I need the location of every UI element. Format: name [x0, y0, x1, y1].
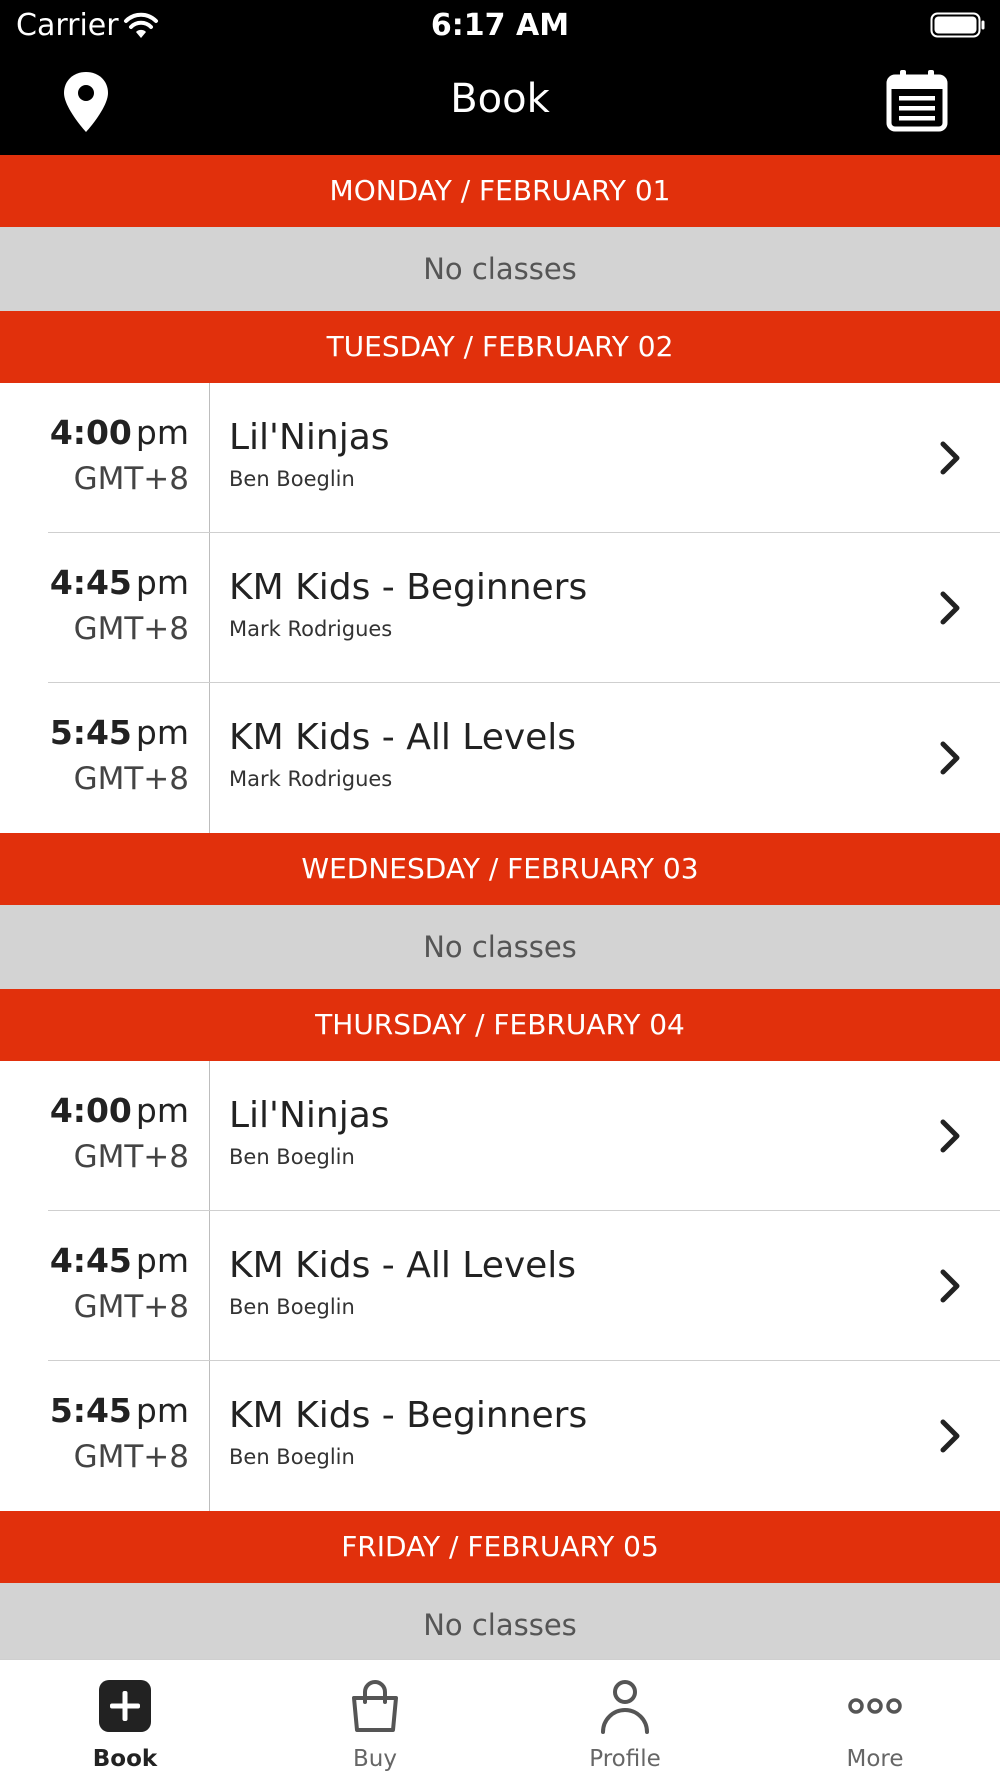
- class-time: 5:45 pm: [50, 1391, 189, 1430]
- class-name: Lil'Ninjas: [229, 1095, 390, 1136]
- class-time: 4:45 pm: [50, 1241, 189, 1280]
- time-column: 5:45 pm GMT+8: [0, 1361, 210, 1511]
- time-column: 5:45 pm GMT+8: [0, 683, 210, 833]
- time-zone: GMT+8: [73, 761, 189, 797]
- time-value: 4:45: [49, 1241, 132, 1280]
- tab-label: More: [846, 1746, 904, 1772]
- day-header: THURSDAY / FEBRUARY 04: [0, 989, 1000, 1061]
- time-zone: GMT+8: [73, 611, 189, 647]
- time-value: 4:00: [49, 1091, 132, 1130]
- time-value: 5:45: [49, 713, 132, 752]
- time-column: 4:45 pm GMT+8: [0, 1211, 210, 1361]
- no-classes-label: No classes: [0, 1583, 1000, 1667]
- instructor-name: Mark Rodrigues: [229, 617, 393, 641]
- no-classes-label: No classes: [0, 227, 1000, 311]
- day-header: TUESDAY / FEBRUARY 02: [0, 311, 1000, 383]
- time-ampm: pm: [135, 563, 189, 602]
- class-name: KM Kids - Beginners: [229, 567, 588, 608]
- chevron-right-icon: [940, 441, 960, 475]
- class-name: KM Kids - All Levels: [229, 717, 577, 758]
- ellipsis-icon: [848, 1698, 902, 1714]
- chevron-right-icon: [940, 1119, 960, 1153]
- tab-profile[interactable]: Profile: [500, 1660, 750, 1779]
- time-column: 4:00 pm GMT+8: [0, 383, 210, 533]
- time-value: 5:45: [49, 1391, 132, 1430]
- time-zone: GMT+8: [73, 461, 189, 497]
- class-time: 4:00 pm: [50, 1091, 189, 1130]
- instructor-name: Ben Boeglin: [229, 1295, 355, 1319]
- chevron-right-icon: [940, 1269, 960, 1303]
- calendar-list-icon[interactable]: [886, 68, 948, 132]
- time-ampm: pm: [135, 413, 189, 452]
- status-bar: Carrier 6:17 AM: [0, 0, 1000, 50]
- time-value: 4:45: [49, 563, 132, 602]
- schedule-list[interactable]: MONDAY / FEBRUARY 01 No classes TUESDAY …: [0, 155, 1000, 1667]
- person-icon: [601, 1680, 649, 1734]
- tab-label: Profile: [589, 1746, 661, 1772]
- class-name: KM Kids - All Levels: [229, 1245, 577, 1286]
- class-name: KM Kids - Beginners: [229, 1395, 588, 1436]
- time-ampm: pm: [135, 1391, 189, 1430]
- class-time: 5:45 pm: [50, 713, 189, 752]
- class-name: Lil'Ninjas: [229, 417, 390, 458]
- tab-more[interactable]: More: [750, 1660, 1000, 1779]
- class-row[interactable]: 4:00 pm GMT+8 Lil'Ninjas Ben Boeglin: [0, 383, 1000, 533]
- page-title: Book: [450, 76, 550, 122]
- class-time: 4:45 pm: [50, 563, 189, 602]
- time-column: 4:00 pm GMT+8: [0, 1061, 210, 1211]
- time-column: 4:45 pm GMT+8: [0, 533, 210, 683]
- chevron-right-icon: [940, 1419, 960, 1453]
- tab-buy[interactable]: Buy: [250, 1660, 500, 1779]
- time-ampm: pm: [135, 1091, 189, 1130]
- tab-label: Buy: [353, 1746, 397, 1772]
- tab-label: Book: [92, 1746, 158, 1772]
- time-zone: GMT+8: [73, 1439, 189, 1475]
- tab-bar: Book Buy Profile More: [0, 1659, 1000, 1779]
- battery-icon: [930, 12, 985, 38]
- chevron-right-icon: [940, 741, 960, 775]
- instructor-name: Ben Boeglin: [229, 1145, 355, 1169]
- time-zone: GMT+8: [73, 1139, 189, 1175]
- chevron-right-icon: [940, 591, 960, 625]
- class-row[interactable]: 5:45 pm GMT+8 KM Kids - All Levels Mark R…: [0, 683, 1000, 833]
- time-ampm: pm: [135, 713, 189, 752]
- class-row[interactable]: 4:45 pm GMT+8 KM Kids - Beginners Mark Ro…: [0, 533, 1000, 683]
- class-time: 4:00 pm: [50, 413, 189, 452]
- day-header: MONDAY / FEBRUARY 01: [0, 155, 1000, 227]
- no-classes-label: No classes: [0, 905, 1000, 989]
- class-row[interactable]: 5:45 pm GMT+8 KM Kids - Beginners Ben Boe…: [0, 1361, 1000, 1511]
- status-time: 6:17 AM: [430, 8, 570, 43]
- instructor-name: Mark Rodrigues: [229, 767, 393, 791]
- day-header: WEDNESDAY / FEBRUARY 03: [0, 833, 1000, 905]
- instructor-name: Ben Boeglin: [229, 467, 355, 491]
- time-zone: GMT+8: [73, 1289, 189, 1325]
- day-header: FRIDAY / FEBRUARY 05: [0, 1511, 1000, 1583]
- instructor-name: Ben Boeglin: [229, 1445, 355, 1469]
- class-row[interactable]: 4:00 pm GMT+8 Lil'Ninjas Ben Boeglin: [0, 1061, 1000, 1211]
- tab-book[interactable]: Book: [0, 1660, 250, 1779]
- time-ampm: pm: [135, 1241, 189, 1280]
- shopping-bag-icon: [352, 1680, 398, 1732]
- class-row[interactable]: 4:45 pm GMT+8 KM Kids - All Levels Ben Bo…: [0, 1211, 1000, 1361]
- plus-square-icon: [99, 1680, 151, 1732]
- time-value: 4:00: [49, 413, 132, 452]
- nav-bar: Book: [0, 50, 1000, 155]
